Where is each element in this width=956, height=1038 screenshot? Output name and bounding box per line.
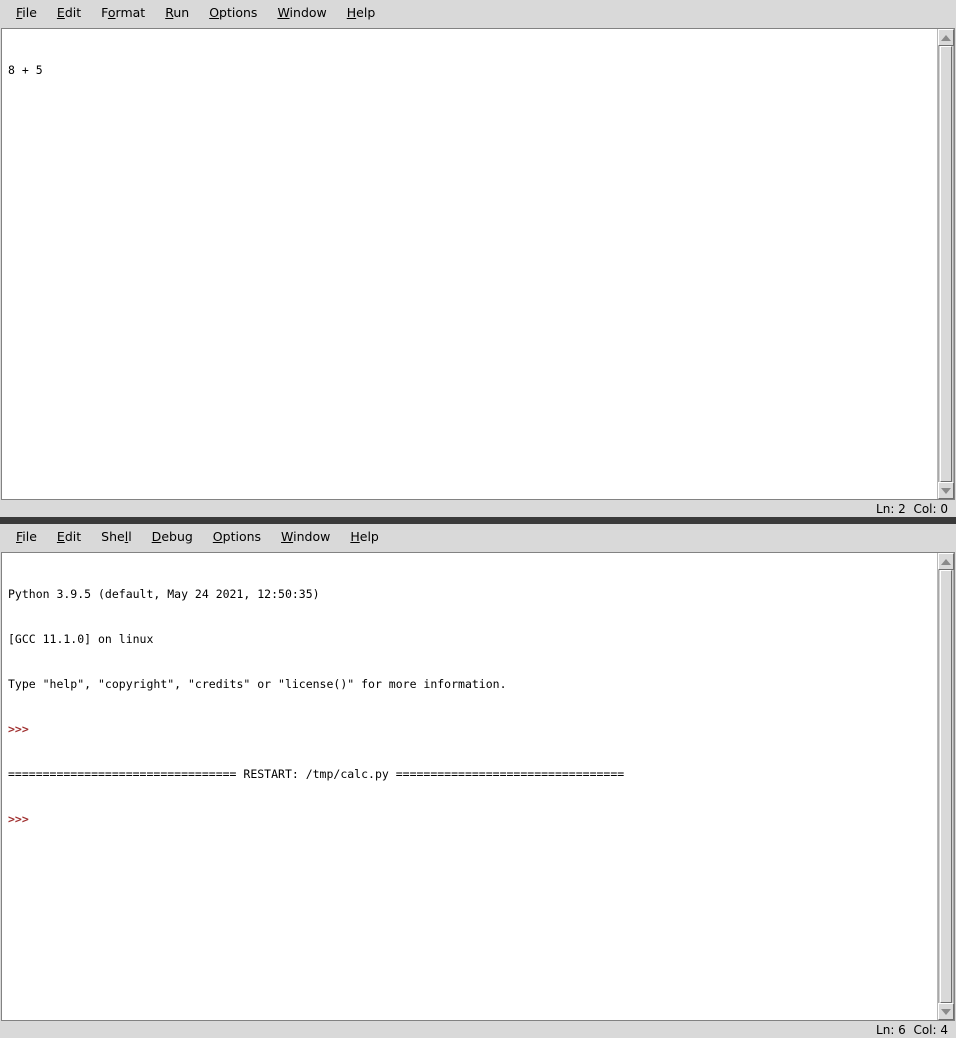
shell-vertical-scrollbar[interactable] (937, 553, 954, 1020)
shell-prompt-1: >>> (8, 722, 36, 736)
shell-menu-debug-accel: D (151, 529, 162, 545)
editor-menu-format-accel: o (107, 5, 116, 21)
shell-menu-debug-post: ebug (161, 529, 193, 545)
editor-menubar: File Edit Format Run Options Window Help (0, 0, 956, 28)
shell-output-area[interactable]: Python 3.9.5 (default, May 24 2021, 12:5… (2, 553, 937, 1020)
shell-menu-window-post: indow (293, 529, 331, 545)
editor-menu-file-post: ile (22, 5, 37, 21)
editor-menu-help-accel: H (346, 5, 357, 21)
editor-menu-options[interactable]: Options (199, 4, 267, 24)
editor-menu-options-post: ptions (219, 5, 258, 21)
shell-banner-version: Python 3.9.5 (default, May 24 2021, 12:5… (8, 587, 320, 601)
scroll-up-arrow-icon[interactable] (938, 29, 954, 46)
editor-menu-options-accel: O (209, 5, 220, 21)
shell-menu-edit-accel: E (56, 529, 65, 545)
editor-code-line: 8 + 5 (8, 63, 43, 77)
editor-menu-help[interactable]: Help (337, 4, 386, 24)
shell-banner-compiler: [GCC 11.1.0] on linux (8, 632, 154, 646)
editor-line-col-status: Ln: 2 Col: 0 (876, 501, 948, 516)
editor-menu-edit[interactable]: Edit (47, 4, 91, 24)
shell-menu-options[interactable]: Options (203, 528, 271, 548)
scroll-up-arrow-icon[interactable] (938, 553, 954, 570)
scroll-up-arrow-glyph (941, 558, 951, 565)
shell-menu-options-accel: O (212, 529, 223, 545)
editor-menu-format-post: rmat (115, 5, 146, 21)
shell-menu-shell[interactable]: Shell (91, 528, 142, 548)
editor-scroll-thumb[interactable] (940, 46, 952, 482)
scroll-down-arrow-icon[interactable] (938, 482, 954, 499)
editor-menu-run-post: un (173, 5, 190, 21)
shell-menu-file[interactable]: File (6, 528, 47, 548)
shell-statusbar: Ln: 6 Col: 4 (0, 1021, 956, 1038)
editor-menu-window-post: indow (289, 5, 327, 21)
shell-menu-window[interactable]: Window (271, 528, 340, 548)
shell-menu-shell-post: l (128, 529, 132, 545)
editor-code-area[interactable]: 8 + 5 (2, 29, 937, 499)
editor-statusbar: Ln: 2 Col: 0 (0, 500, 956, 517)
shell-menu-debug[interactable]: Debug (142, 528, 203, 548)
shell-scroll-trough[interactable] (938, 570, 954, 1003)
editor-menu-edit-post: dit (64, 5, 82, 21)
shell-prompt-2[interactable]: >>> (8, 812, 937, 827)
editor-window: File Edit Format Run Options Window Help… (0, 0, 956, 517)
shell-menu-help[interactable]: Help (340, 528, 389, 548)
editor-menu-format[interactable]: Format (91, 4, 155, 24)
shell-menu-options-post: ptions (222, 529, 262, 545)
window-divider (0, 517, 956, 524)
shell-menu-help-accel: H (350, 529, 360, 545)
shell-banner-help: Type "help", "copyright", "credits" or "… (8, 677, 507, 691)
shell-menu-shell-pre: She (101, 529, 125, 545)
shell-menu-edit-post: dit (64, 529, 82, 545)
scroll-up-arrow-glyph (941, 34, 951, 41)
shell-restart-separator: ================================= RESTAR… (8, 767, 625, 781)
editor-scroll-trough[interactable] (938, 46, 954, 482)
shell-menu-help-post: elp (359, 529, 379, 545)
editor-menu-window[interactable]: Window (267, 4, 336, 24)
shell-line-col-status: Ln: 6 Col: 4 (876, 1022, 948, 1037)
editor-menu-window-accel: W (277, 5, 290, 21)
shell-menu-file-post: ile (22, 529, 37, 545)
editor-menu-run[interactable]: Run (155, 4, 199, 24)
editor-menu-file[interactable]: File (6, 4, 47, 24)
shell-text-pane: Python 3.9.5 (default, May 24 2021, 12:5… (1, 552, 955, 1021)
shell-window: File Edit Shell Debug Options Window Hel… (0, 524, 956, 1038)
shell-menubar: File Edit Shell Debug Options Window Hel… (0, 524, 956, 552)
scroll-down-arrow-glyph (941, 487, 951, 494)
scroll-down-arrow-icon[interactable] (938, 1003, 954, 1020)
editor-menu-edit-accel: E (56, 5, 65, 21)
shell-menu-window-accel: W (281, 529, 294, 545)
scroll-down-arrow-glyph (941, 1008, 951, 1015)
editor-menu-help-post: elp (356, 5, 376, 21)
shell-scroll-thumb[interactable] (940, 570, 952, 1003)
editor-text-pane: 8 + 5 (1, 28, 955, 500)
editor-vertical-scrollbar[interactable] (937, 29, 954, 499)
editor-menu-format-pre: F (101, 5, 108, 21)
shell-menu-edit[interactable]: Edit (47, 528, 91, 548)
